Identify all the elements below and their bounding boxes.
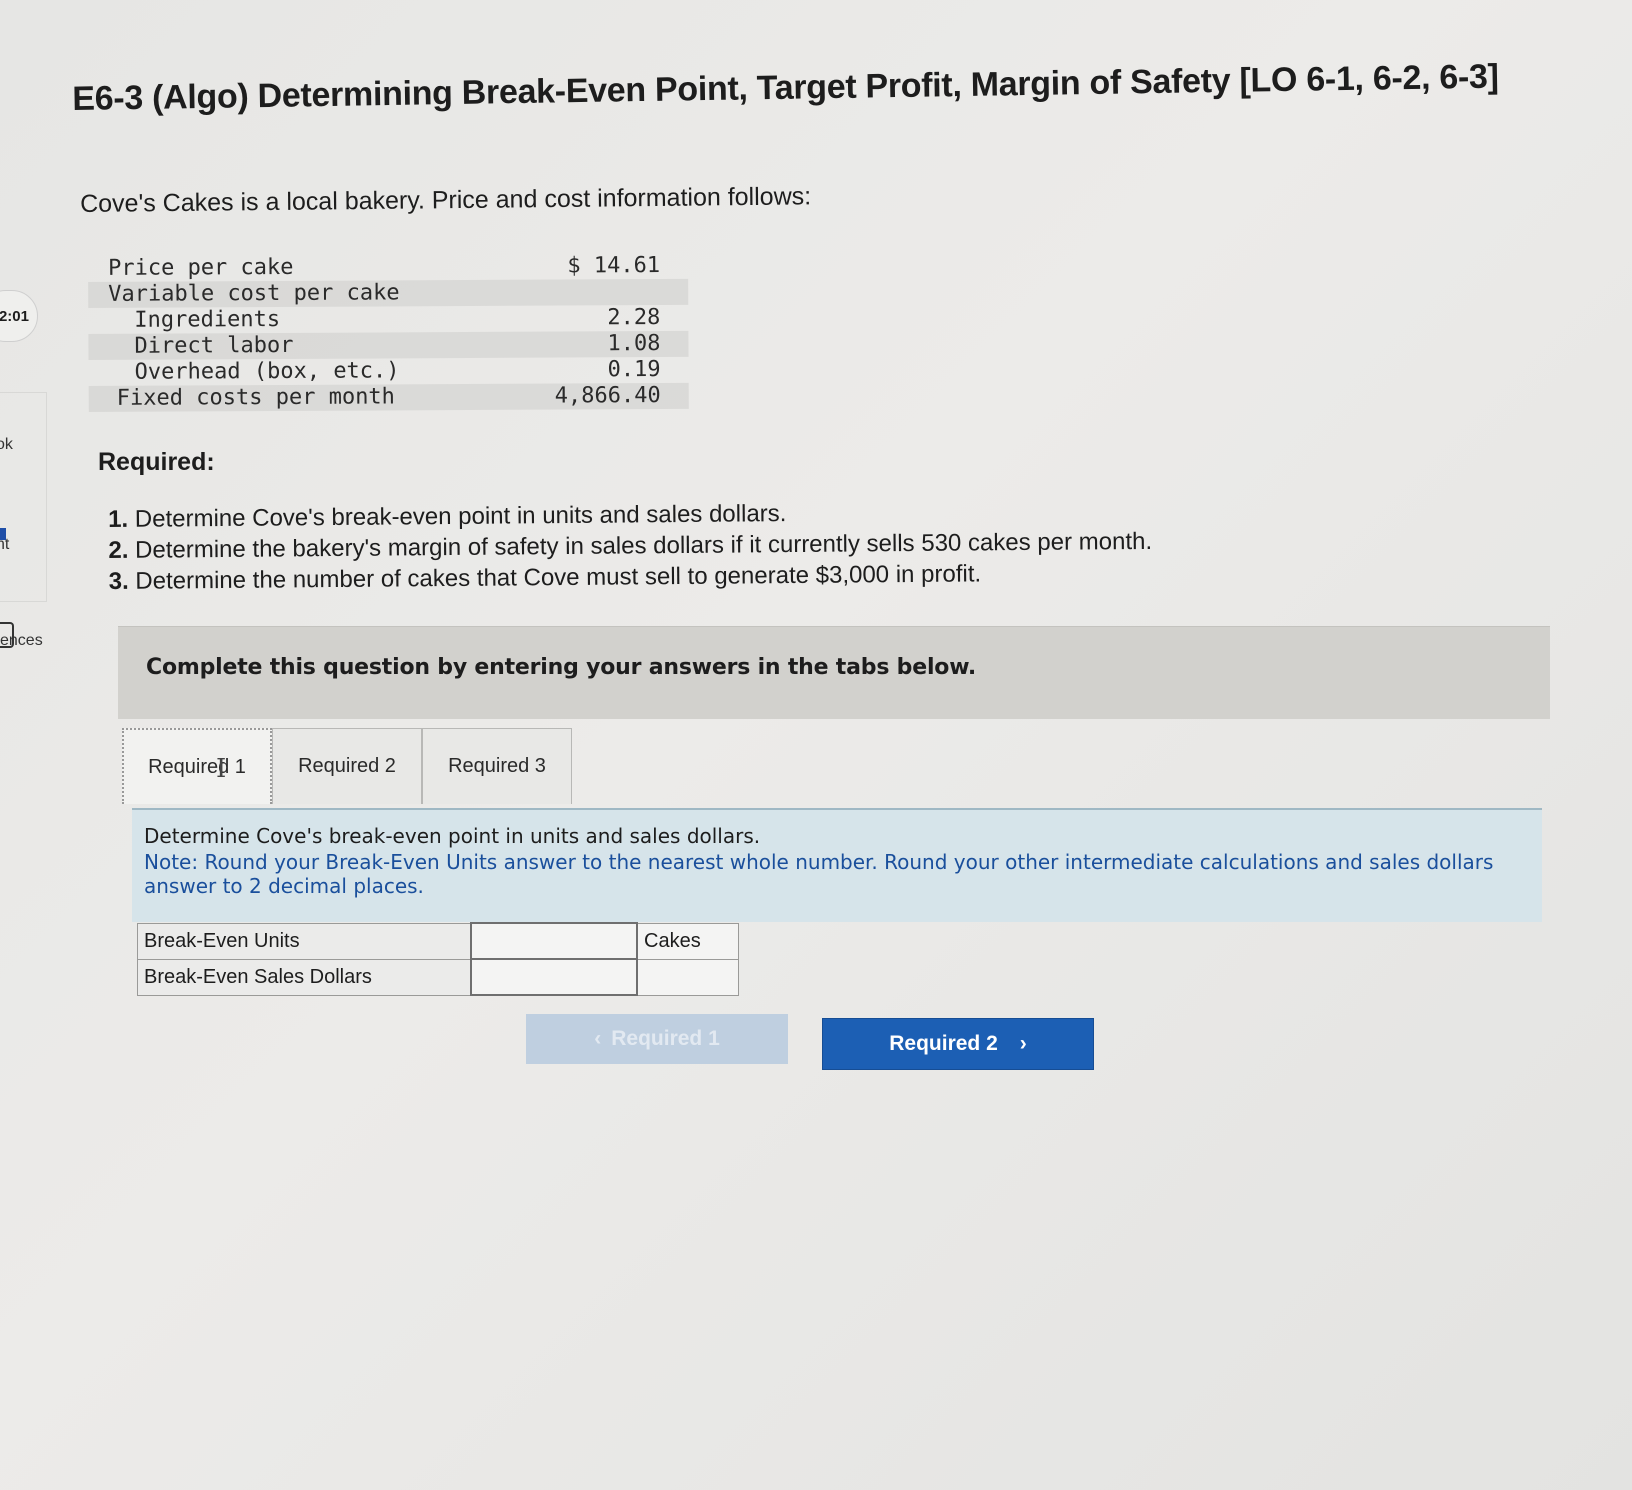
item-number: 1. xyxy=(108,505,129,533)
tab-bar: Required 1 I Required 2 Required 3 xyxy=(122,728,572,806)
tab-required-1[interactable]: Required 1 I xyxy=(122,728,272,804)
cost-value: 1.08 xyxy=(607,331,661,357)
instructions-banner: Complete this question by entering your … xyxy=(118,626,1550,719)
cost-row: Price per cake $ 14.61 xyxy=(88,253,688,282)
cost-row: Variable cost per cake xyxy=(88,278,689,308)
banner-text: Complete this question by entering your … xyxy=(146,655,977,680)
chevron-right-icon: › xyxy=(1019,1032,1027,1055)
cost-label: Ingredients xyxy=(134,306,281,333)
break-even-units-cell xyxy=(470,922,640,960)
question-title: E6-3 (Algo) Determining Break-Even Point… xyxy=(72,57,1499,118)
instruction-text: Determine Cove's break-even point in uni… xyxy=(144,824,761,848)
cost-row: Overhead (box, etc.) 0.19 xyxy=(89,357,689,386)
item-text: Determine Cove's break-even point in uni… xyxy=(134,500,787,533)
next-label: Required 2 xyxy=(889,1032,998,1055)
sidebar-item-ebook[interactable]: ok xyxy=(0,436,13,454)
instruction-note: Note: Round your Break-Even Units answer… xyxy=(144,850,1494,898)
cost-value: 0.19 xyxy=(607,357,661,383)
item-text: Determine the number of cakes that Cove … xyxy=(135,560,982,595)
cost-value xyxy=(488,279,688,280)
cost-table: Price per cake $ 14.61 Variable cost per… xyxy=(88,253,689,412)
sidebar-panel xyxy=(0,392,47,602)
timer: 2:01 xyxy=(0,290,38,342)
table-row: Break-Even Sales Dollars xyxy=(137,958,739,996)
tab-label: Required 2 xyxy=(298,755,396,777)
intro-text: Cove's Cakes is a local bakery. Price an… xyxy=(80,182,812,218)
cost-value: $ 14.61 xyxy=(567,253,661,279)
tab-instructions: Determine Cove's break-even point in uni… xyxy=(132,808,1542,922)
item-number: 2. xyxy=(108,536,129,564)
tab-label: Required 1 xyxy=(148,755,246,778)
cost-label: Variable cost per cake xyxy=(108,280,400,307)
answer-label: Break-Even Units xyxy=(137,922,472,960)
sidebar-item-references[interactable]: ences xyxy=(0,632,43,650)
break-even-sales-cell xyxy=(470,958,640,996)
answer-label: Break-Even Sales Dollars xyxy=(137,958,472,996)
break-even-units-input[interactable] xyxy=(472,924,640,958)
tab-label: Required 3 xyxy=(448,755,546,777)
timer-text: 2:01 xyxy=(0,307,29,325)
required-heading: Required: xyxy=(98,448,215,476)
cost-label: Price per cake xyxy=(107,254,294,281)
break-even-sales-input[interactable] xyxy=(472,960,640,994)
required-list: 1. Determine Cove's break-even point in … xyxy=(108,495,1152,597)
tab-required-2[interactable]: Required 2 xyxy=(272,728,422,804)
answer-unit xyxy=(636,958,739,996)
cost-value: 4,866.40 xyxy=(554,383,661,409)
tab-required-3[interactable]: Required 3 xyxy=(422,728,572,804)
next-button[interactable]: Required 2 › xyxy=(822,1018,1094,1070)
prev-button[interactable]: ‹ Required 1 xyxy=(526,1014,788,1064)
cost-row: Fixed costs per month 4,866.40 xyxy=(88,382,689,412)
left-sidebar: 2:01 ok nt ences xyxy=(0,0,60,1490)
cost-label: Fixed costs per month xyxy=(116,384,395,411)
cost-value: 2.28 xyxy=(607,305,661,331)
text-cursor-icon: I xyxy=(216,754,227,784)
prev-label: Required 1 xyxy=(611,1027,720,1050)
chevron-left-icon: ‹ xyxy=(594,1027,602,1050)
answer-table: Break-Even Units Cakes Break-Even Sales … xyxy=(137,922,739,996)
item-number: 3. xyxy=(108,567,129,595)
sidebar-item-print[interactable]: nt xyxy=(0,536,9,554)
cost-row: Ingredients 2.28 xyxy=(88,305,688,334)
cost-row: Direct labor 1.08 xyxy=(88,330,689,360)
table-row: Break-Even Units Cakes xyxy=(137,922,739,960)
cost-label: Overhead (box, etc.) xyxy=(134,358,400,385)
cost-label: Direct labor xyxy=(134,332,294,359)
answer-unit: Cakes xyxy=(636,922,739,960)
